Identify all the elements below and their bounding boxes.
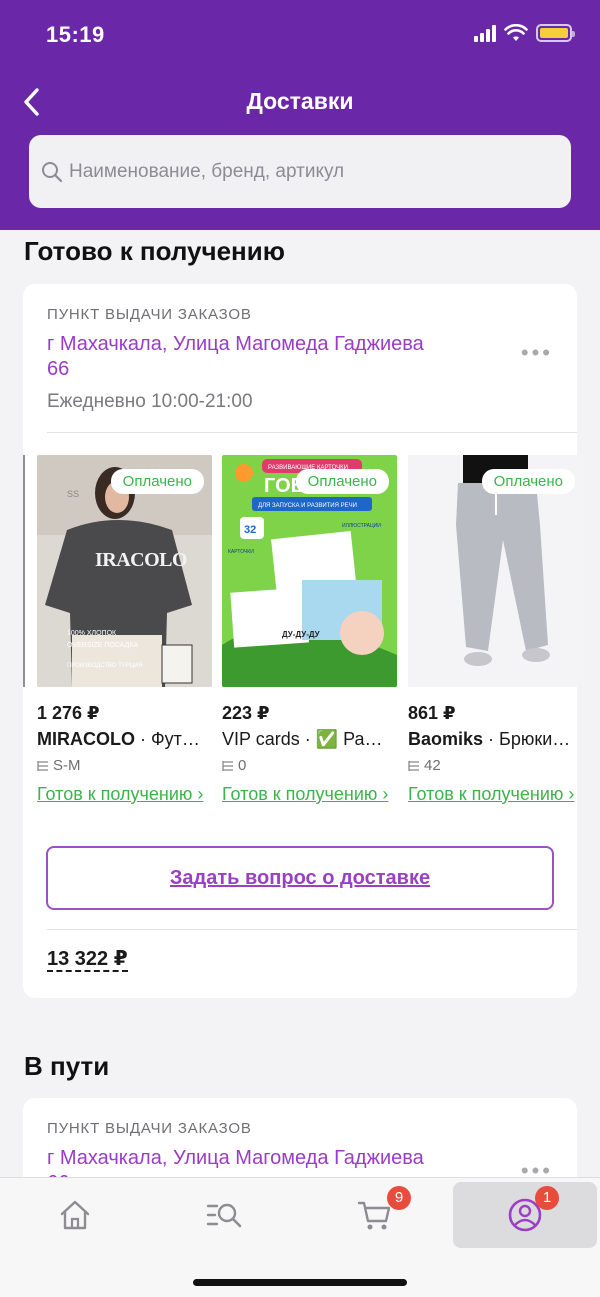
section-title-ready: Готово к получению [24, 236, 285, 266]
product-price: 861 ₽ [408, 703, 456, 723]
product-size: 42 [408, 757, 441, 774]
search-placeholder: Наименование, бренд, артикул [69, 160, 345, 182]
image-print-text: IRACOLO [95, 549, 188, 571]
product-card[interactable]: РАЗВИВАЮЩИЕ КАРТОЧКИ ДЛЯ ЗАПУСКА И РАЗВИ… [222, 455, 397, 804]
product-name: Baomiks · Брюки… [408, 729, 577, 750]
size-icon [222, 760, 233, 771]
tab-catalog[interactable] [153, 1182, 297, 1248]
page-title: Доставки [246, 88, 354, 114]
tab-home[interactable] [3, 1182, 147, 1248]
catalog-search-icon [206, 1203, 242, 1228]
wifi-icon [504, 24, 528, 41]
divider [47, 929, 577, 930]
product-name: MIRACOLO · Фут… [37, 729, 212, 750]
product-price: 223 ₽ [222, 703, 270, 723]
product-size: 0 [222, 757, 246, 774]
product-status-link[interactable]: Готов к получению › [222, 783, 397, 806]
pickup-hours: Ежедневно 10:00-21:00 [47, 391, 253, 412]
signal-icon [474, 24, 496, 42]
status-time: 15:19 [46, 22, 105, 47]
product-size-value: 0 [238, 757, 247, 774]
profile-notification-badge: 1 [535, 1186, 559, 1210]
product-image[interactable]: Оплачено [408, 455, 577, 687]
product-brand: MIRACOLO [37, 729, 135, 749]
product-image[interactable]: РАЗВИВАЮЩИЕ КАРТОЧКИ ДЛЯ ЗАПУСКА И РАЗВИ… [222, 455, 397, 687]
product-brand: VIP cards [222, 729, 300, 749]
paid-badge: Оплачено [295, 469, 389, 494]
product-size-value: 42 [424, 757, 441, 774]
img-tag: 100% ХЛОПОК [67, 630, 117, 637]
battery-icon [536, 24, 575, 42]
img-tag: ДЛЯ ЗАПУСКА И РАЗВИТИЯ РЕЧИ [258, 503, 357, 509]
ask-delivery-question-button[interactable]: Задать вопрос о доставке [46, 846, 554, 910]
section-title-in-transit: В пути [24, 1051, 110, 1081]
product-size-value: S-M [53, 757, 81, 774]
paid-badge: Оплачено [481, 469, 575, 494]
tab-profile[interactable]: 1 [453, 1182, 597, 1248]
home-icon [60, 1200, 90, 1230]
product-image[interactable]: SS 100% ХЛОПОК OVERSIZE ПОСАДКА ПРОИЗВОД… [37, 455, 212, 687]
product-title: · Фут… [135, 729, 200, 749]
delivery-card-ready: ПУНКТ ВЫДАЧИ ЗАКАЗОВ г Махачкала, Улица … [23, 284, 577, 998]
product-carousel[interactable]: SS 100% ХЛОПОК OVERSIZE ПОСАДКА ПРОИЗВОД… [23, 455, 577, 835]
product-brand: Baomiks [408, 729, 484, 749]
app-header: 15:19 Доставки Наименование, бренд, арти… [0, 0, 600, 230]
carousel-edge [23, 455, 25, 687]
pickup-address[interactable]: г Махачкала, Улица Магомеда Гаджиева 66 [47, 332, 447, 382]
img-tag: 32 [244, 524, 256, 536]
pickup-point-label: ПУНКТ ВЫДАЧИ ЗАКАЗОВ [47, 306, 252, 323]
product-card[interactable]: Оплачено 861 ₽ Baomiks · Брюки… 42 Готов… [408, 455, 577, 804]
divider [47, 432, 577, 433]
product-price: 1 276 ₽ [37, 703, 100, 723]
status-icons [474, 24, 575, 42]
img-tag: ПРОИЗВОДСТВО ТУРЦИЯ [67, 663, 143, 669]
more-options-button[interactable]: ••• [521, 340, 553, 366]
img-tag: ДУ-ДУ-ДУ [282, 630, 321, 639]
product-size: S-M [37, 757, 81, 774]
svg-text:SS: SS [67, 489, 79, 499]
product-card[interactable]: SS 100% ХЛОПОК OVERSIZE ПОСАДКА ПРОИЗВОД… [37, 455, 212, 804]
tab-cart[interactable]: 9 [303, 1182, 447, 1248]
pickup-point-label: ПУНКТ ВЫДАЧИ ЗАКАЗОВ [47, 1120, 252, 1137]
product-status-link[interactable]: Готов к получению › [408, 783, 577, 806]
product-name: VIP cards · ✅ Ра… [222, 729, 397, 750]
cart-count-badge: 9 [387, 1186, 411, 1210]
product-title: · Брюки… [483, 729, 571, 749]
product-title: · ✅ Ра… [299, 729, 383, 749]
img-tag: OVERSIZE ПОСАДКА [67, 642, 138, 649]
img-tag: ИЛЛЮСТРАЦИИ [342, 523, 381, 529]
size-icon [37, 760, 48, 771]
size-icon [408, 760, 419, 771]
order-total[interactable]: 13 322 ₽ [47, 948, 128, 972]
home-indicator[interactable] [193, 1279, 407, 1286]
product-status-link[interactable]: Готов к получению › [37, 783, 212, 806]
img-tag: КАРТОЧКИ [228, 549, 254, 555]
search-input[interactable]: Наименование, бренд, артикул [29, 135, 571, 208]
paid-badge: Оплачено [110, 469, 204, 494]
search-icon [42, 161, 63, 182]
